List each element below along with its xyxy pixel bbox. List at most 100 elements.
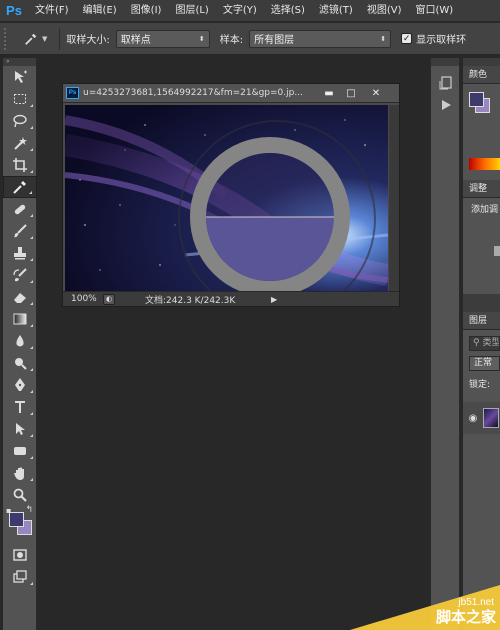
menu-type[interactable]: 文字(Y) xyxy=(216,0,264,22)
crop-icon xyxy=(13,158,27,172)
updown-caret-icon: ⬍ xyxy=(380,34,387,43)
document-title: u=4253273681,1564992217&fm=21&gp=0.jp... xyxy=(83,88,303,98)
marquee-tool[interactable] xyxy=(3,88,37,110)
sample-size-select[interactable]: 取样点 ⬍ xyxy=(115,29,210,48)
toolbar-collapse-icon[interactable]: » xyxy=(3,58,36,66)
sample-size-label: 取样大小: xyxy=(66,35,110,46)
blur-tool[interactable] xyxy=(3,330,37,352)
visibility-eye-icon[interactable]: ◉ xyxy=(463,413,483,424)
path-selection-tool[interactable] xyxy=(3,418,37,440)
color-ramp[interactable] xyxy=(469,158,500,170)
lasso-tool[interactable] xyxy=(3,110,37,132)
adjustments-panel: 添加调 xyxy=(463,198,500,294)
dodge-tool[interactable] xyxy=(3,352,37,374)
zoom-level[interactable]: 100% xyxy=(63,294,103,304)
menu-select[interactable]: 选择(S) xyxy=(264,0,312,22)
layer-filter-value: 类型 xyxy=(482,338,500,348)
document-titlebar[interactable]: Ps u=4253273681,1564992217&fm=21&gp=0.jp… xyxy=(63,84,399,103)
app-logo: Ps xyxy=(6,3,22,18)
layer-row[interactable]: ◉ xyxy=(463,402,500,434)
menu-view[interactable]: 视图(V) xyxy=(360,0,409,22)
eyedropper-icon xyxy=(25,33,37,45)
document-statusbar: 100% ◐ 文档:242.3 K/242.3K ▶ xyxy=(63,291,399,306)
document-ps-icon: Ps xyxy=(66,87,79,99)
screen-mode-button[interactable] xyxy=(3,566,37,588)
color-panel xyxy=(463,84,500,180)
show-ring-checkbox[interactable]: ✓ xyxy=(401,33,413,44)
options-grip[interactable] xyxy=(4,27,10,50)
tab-adjustments[interactable]: 调整 xyxy=(463,180,500,198)
drop-icon xyxy=(16,335,24,347)
color-panel-foreground-top xyxy=(469,92,484,107)
menu-file[interactable]: 文件(F) xyxy=(28,0,76,22)
layers-panel: ⚲ 类型 正常 锁定: ◉ xyxy=(463,336,500,596)
actions-panel-button[interactable] xyxy=(431,94,461,116)
foreground-color-swatch[interactable] xyxy=(9,512,24,527)
lasso-icon xyxy=(13,114,27,128)
swap-colors-icon[interactable]: ↰ xyxy=(25,505,33,515)
menu-bar: Ps 文件(F) 编辑(E) 图像(I) 图层(L) 文字(Y) 选择(S) 滤… xyxy=(0,0,500,22)
stamp-icon xyxy=(14,247,26,260)
dock-collapse-handle[interactable] xyxy=(431,58,459,66)
history-brush-icon xyxy=(13,268,27,282)
hand-icon xyxy=(14,467,24,480)
menu-window[interactable]: 窗口(W) xyxy=(408,0,460,22)
add-adjustment-text: 添加调 xyxy=(471,205,499,215)
quick-mask-button[interactable] xyxy=(3,544,37,566)
menu-image[interactable]: 图像(I) xyxy=(124,0,169,22)
pen-tool[interactable] xyxy=(3,374,37,396)
tab-layers[interactable]: 图层 xyxy=(463,312,500,330)
move-tool[interactable] xyxy=(3,66,37,88)
collapsed-panel-dock xyxy=(430,58,460,630)
hand-tool[interactable] xyxy=(3,462,37,484)
layer-thumbnail xyxy=(483,408,499,428)
eyedropper-tool[interactable] xyxy=(3,176,37,198)
color-swatches: ▪ ↰ xyxy=(3,505,37,544)
sample-size-value: 取样点 xyxy=(120,35,151,46)
adjustment-icon[interactable] xyxy=(494,246,500,256)
panels-collapse-handle[interactable] xyxy=(463,58,500,66)
preset-caret-icon[interactable]: ▼ xyxy=(42,35,47,43)
zoom-tool[interactable] xyxy=(3,484,37,506)
vertical-scrollbar[interactable] xyxy=(389,105,399,291)
image-canvas[interactable] xyxy=(65,105,388,291)
healing-brush-tool[interactable] xyxy=(3,198,37,220)
updown-caret-icon: ⬍ xyxy=(198,34,205,43)
layer-filter-input[interactable]: ⚲ 类型 xyxy=(469,336,500,351)
quick-selection-tool[interactable] xyxy=(3,132,37,154)
menu-edit[interactable]: 编辑(E) xyxy=(76,0,124,22)
quick-mask-icon xyxy=(13,549,27,561)
maximize-button[interactable]: □ xyxy=(340,85,362,101)
gradient-tool[interactable] xyxy=(3,308,37,330)
type-tool[interactable] xyxy=(3,396,37,418)
brush-icon xyxy=(14,224,27,238)
crop-tool[interactable] xyxy=(3,154,37,176)
site-watermark: jb51.net 脚本之家 xyxy=(350,585,500,630)
gradient-icon xyxy=(13,313,27,325)
show-ring-label: 显示取样环 xyxy=(416,35,467,46)
status-info-icon[interactable]: ◐ xyxy=(103,293,115,305)
magic-wand-icon xyxy=(14,137,27,150)
minimize-button[interactable]: ▬ xyxy=(318,85,340,101)
sample-select[interactable]: 所有图层 ⬍ xyxy=(249,29,392,48)
pen-icon xyxy=(15,378,25,391)
blend-mode-select[interactable]: 正常 xyxy=(469,356,500,371)
menu-filter[interactable]: 滤镜(T) xyxy=(312,0,360,22)
watermark-site-name: 脚本之家 xyxy=(435,608,496,626)
menu-layer[interactable]: 图层(L) xyxy=(168,0,215,22)
move-icon xyxy=(15,70,27,83)
history-panel-button[interactable] xyxy=(431,72,461,94)
status-menu-arrow-icon[interactable]: ▶ xyxy=(271,295,277,304)
brush-tool[interactable] xyxy=(3,220,37,242)
shape-tool[interactable] xyxy=(3,440,37,462)
history-brush-tool[interactable] xyxy=(3,264,37,286)
close-button[interactable]: ✕ xyxy=(362,85,390,101)
eyedropper-icon xyxy=(13,181,26,194)
clone-stamp-tool[interactable] xyxy=(3,242,37,264)
eraser-icon xyxy=(14,293,26,303)
rectangle-icon xyxy=(14,447,26,455)
eraser-tool[interactable] xyxy=(3,286,37,308)
tab-color[interactable]: 颜色 xyxy=(463,66,500,84)
screen-mode-icon xyxy=(13,570,27,583)
history-icon xyxy=(439,76,452,90)
